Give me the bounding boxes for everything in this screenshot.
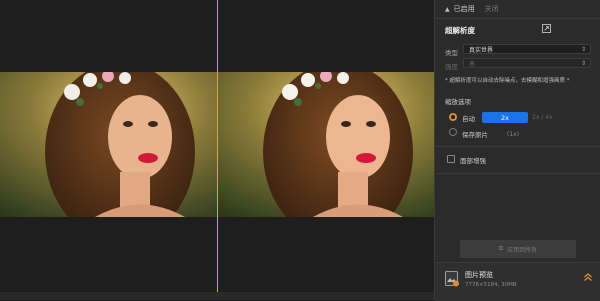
chevron-updown-icon: ⇕ (580, 45, 586, 53)
strength-select[interactable]: 高 ⇕ (463, 58, 591, 68)
scale-group-label: 缩放选项 (445, 98, 471, 106)
model-label: 类型 (445, 49, 458, 57)
footer-title: 图片预览 (465, 271, 493, 279)
chevron-up-icon: ▲ (445, 5, 450, 13)
radio-original-note: (1x) (507, 131, 520, 138)
image-preview-area (0, 0, 435, 292)
section-title: 超解析度 (445, 26, 475, 35)
radio-original-label: 保存原片 (462, 131, 488, 139)
feature-note: * 超解析度可以自动去除噪点，去模糊和增强画质 * (445, 78, 570, 84)
original-image (0, 72, 217, 217)
scale-options-disabled: 2x / 4x (532, 114, 553, 121)
enable-sub-label: 关闭 (484, 5, 499, 13)
preview-footer[interactable]: 图片预览 7776×5184, 30MB (435, 262, 600, 301)
enhanced-image (218, 72, 435, 217)
chevron-updown-icon: ⇕ (580, 59, 586, 67)
face-enhance-checkbox[interactable] (447, 155, 455, 163)
strength-value: 高 (469, 60, 476, 68)
image-file-icon (445, 271, 459, 287)
footer-meta: 7776×5184, 30MB (465, 282, 517, 288)
preview-bottom-bar (0, 292, 434, 300)
radio-auto-label: 自动 (462, 115, 475, 123)
apply-all-button[interactable]: ⧉ 应用到所有 (460, 240, 576, 258)
enable-label: 已启用 (453, 5, 475, 13)
external-link-icon[interactable] (542, 24, 551, 33)
strength-label: 强度 (445, 63, 458, 71)
model-select[interactable]: 真实世界 ⇕ (463, 44, 591, 54)
apply-all-label: 应用到所有 (507, 246, 538, 254)
copy-icon: ⧉ (498, 245, 504, 252)
compare-divider[interactable] (217, 0, 218, 292)
scale-2x-button[interactable]: 2x (482, 112, 528, 123)
model-value: 真实世界 (469, 46, 494, 54)
double-chevron-up-icon[interactable] (583, 272, 593, 282)
radio-auto[interactable] (449, 113, 457, 121)
face-enhance-label: 面部增强 (460, 157, 486, 165)
settings-panel: ▲ 已启用 关闭 超解析度 类型 真实世界 ⇕ 强度 高 ⇕ * 超解析度可以自… (434, 0, 600, 301)
radio-original[interactable] (449, 128, 457, 136)
enable-toggle[interactable]: ▲ 已启用 关闭 (435, 0, 600, 18)
